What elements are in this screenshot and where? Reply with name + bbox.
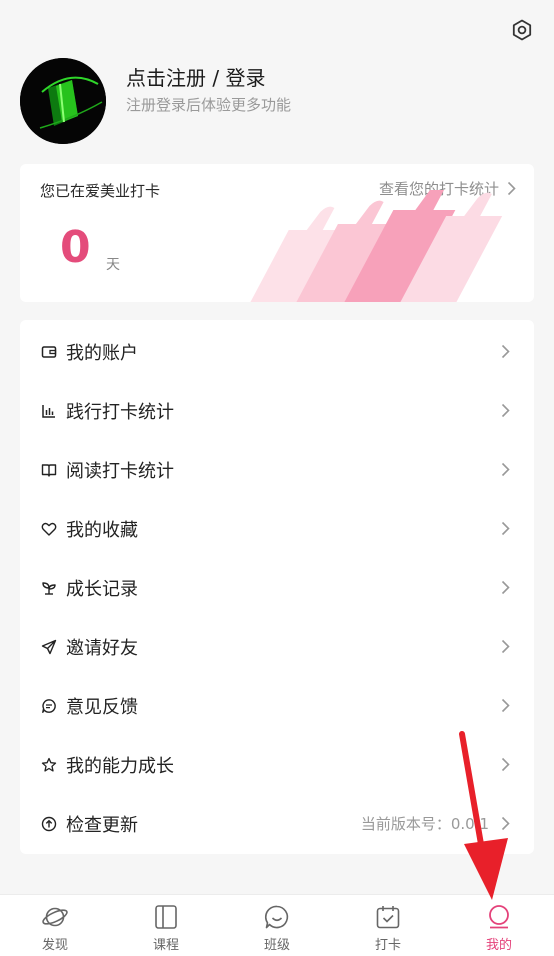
paper-plane-icon xyxy=(41,639,57,654)
planet-icon xyxy=(42,907,68,927)
chevron-right-icon xyxy=(501,698,510,713)
checkin-days-unit: 天 xyxy=(106,257,120,273)
menu-item-label: 我的账户 xyxy=(66,342,138,364)
menu-item-invite-friends[interactable]: 邀请好友 xyxy=(20,617,534,676)
menu-item-growth-record[interactable]: 成长记录 xyxy=(20,558,534,617)
chevron-right-icon xyxy=(501,521,510,536)
menu-item-reading-stats[interactable]: 阅读打卡统计 xyxy=(20,440,534,499)
gear-icon xyxy=(512,19,532,41)
login-prompt[interactable]: 点击注册 / 登录 xyxy=(126,62,265,91)
book-icon xyxy=(41,463,57,477)
checkin-card: 您已在爱美业打卡 查看您的打卡统计 0 天 xyxy=(20,164,534,302)
wallet-icon xyxy=(41,345,57,358)
menu-item-label: 意见反馈 xyxy=(66,696,138,718)
chevron-right-icon xyxy=(501,580,510,595)
app-version: 当前版本号：0.0.1 xyxy=(360,815,489,833)
tab-mine[interactable]: 我的 xyxy=(444,895,554,956)
login-subtitle: 注册登录后体验更多功能 xyxy=(126,96,292,114)
tab-label: 课程 xyxy=(152,938,179,953)
chat-smile-icon xyxy=(264,905,289,929)
chevron-right-icon xyxy=(501,816,510,831)
profile-header[interactable]: 点击注册 / 登录 注册登录后体验更多功能 xyxy=(20,58,520,146)
menu-item-practice-stats[interactable]: 践行打卡统计 xyxy=(20,381,534,440)
tab-label: 发现 xyxy=(41,938,68,953)
chevron-right-icon xyxy=(501,344,510,359)
menu-item-label: 我的收藏 xyxy=(66,519,138,541)
menu-item-favorites[interactable]: 我的收藏 xyxy=(20,499,534,558)
tab-checkin[interactable]: 打卡 xyxy=(333,895,443,956)
calendar-check-icon xyxy=(376,906,400,929)
thumbs-up-illustration xyxy=(250,190,503,302)
tab-courses[interactable]: 课程 xyxy=(111,895,221,956)
avatar[interactable] xyxy=(20,58,106,144)
checkin-title: 您已在爱美业打卡 xyxy=(40,182,161,200)
chevron-right-icon xyxy=(501,757,510,772)
tab-label: 打卡 xyxy=(374,938,401,953)
upload-circle-icon xyxy=(41,816,57,831)
chevron-right-icon xyxy=(507,181,516,196)
menu-item-label: 我的能力成长 xyxy=(66,755,174,777)
bottom-tab-bar: 发现 课程 班级 打卡 我的 xyxy=(0,894,554,956)
menu-item-check-update[interactable]: 检查更新 当前版本号：0.0.1 xyxy=(20,794,534,853)
user-icon xyxy=(489,905,509,929)
checkin-days-count: 0 xyxy=(60,222,91,273)
menu-item-account[interactable]: 我的账户 xyxy=(20,322,534,381)
sprout-icon xyxy=(42,581,56,595)
chevron-right-icon xyxy=(501,403,510,418)
chat-bubble-icon xyxy=(42,698,56,713)
bar-chart-icon xyxy=(42,404,55,418)
menu-item-label: 邀请好友 xyxy=(66,637,138,659)
menu-item-label: 践行打卡统计 xyxy=(66,401,174,423)
heart-icon xyxy=(41,522,57,536)
tab-class[interactable]: 班级 xyxy=(222,895,332,956)
tab-label: 班级 xyxy=(263,938,290,953)
menu-item-label: 阅读打卡统计 xyxy=(66,460,174,482)
menu-item-label: 检查更新 xyxy=(66,814,138,836)
chevron-right-icon xyxy=(501,462,510,477)
star-icon xyxy=(41,757,57,772)
menu-item-ability-growth[interactable]: 我的能力成长 xyxy=(20,735,534,794)
menu-item-label: 成长记录 xyxy=(66,578,138,600)
book-panel-icon xyxy=(155,905,177,929)
chevron-right-icon xyxy=(501,639,510,654)
menu-list: 我的账户 践行打卡统计 阅读打卡统计 我的收藏 成长记录 邀请好友 意见反馈 我… xyxy=(20,320,534,854)
tab-discover[interactable]: 发现 xyxy=(0,895,110,956)
tab-label: 我的 xyxy=(485,938,512,953)
menu-item-feedback[interactable]: 意见反馈 xyxy=(20,676,534,735)
settings-button[interactable] xyxy=(508,16,536,44)
